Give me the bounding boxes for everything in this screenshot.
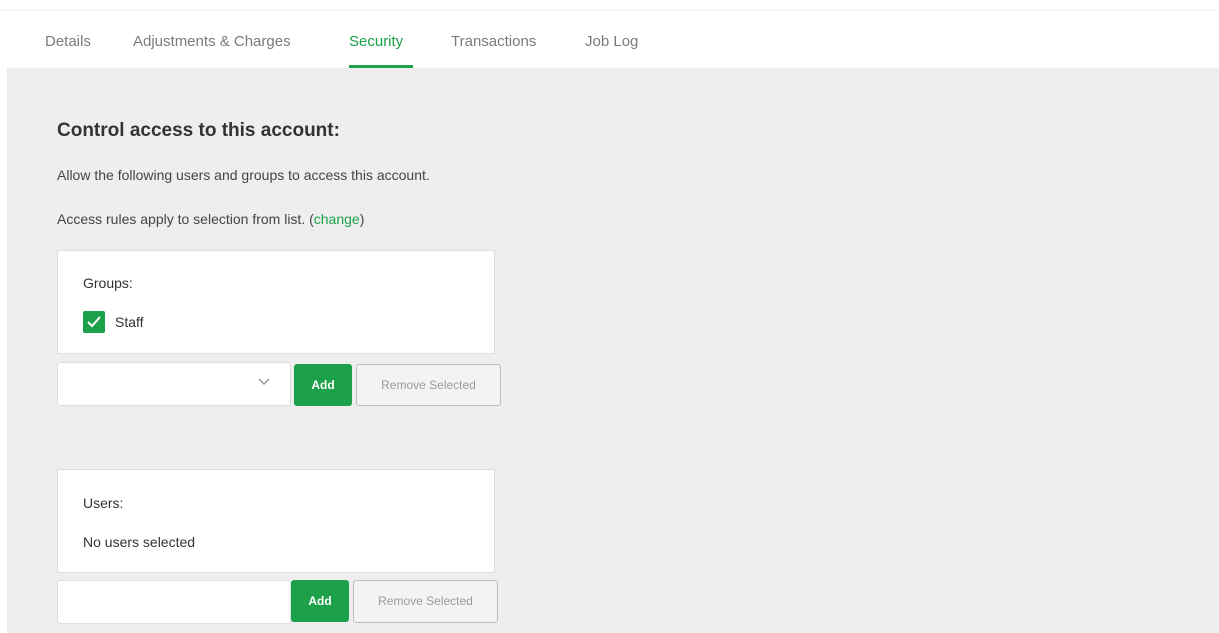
section-heading: Control access to this account:	[57, 120, 340, 141]
users-empty-text: No users selected	[83, 534, 196, 550]
access-rules-text: Access rules apply to selection from lis…	[57, 211, 364, 227]
intro-text: Allow the following users and groups to …	[57, 167, 430, 183]
users-label: Users:	[83, 495, 124, 511]
access-rules-prefix: Access rules apply to selection from lis…	[57, 211, 314, 227]
tab-adjustments-charges[interactable]: Adjustments & Charges	[133, 33, 291, 50]
groups-remove-selected-button[interactable]: Remove Selected	[356, 364, 501, 406]
users-remove-selected-button[interactable]: Remove Selected	[353, 580, 498, 623]
users-box: Users: No users selected	[57, 469, 495, 573]
tab-security[interactable]: Security	[349, 33, 403, 50]
groups-label: Groups:	[83, 275, 133, 291]
tab-transactions[interactable]: Transactions	[451, 33, 536, 50]
change-link[interactable]: change	[314, 211, 360, 227]
chevron-down-icon	[258, 378, 270, 386]
tab-job-log[interactable]: Job Log	[585, 33, 638, 50]
groups-select[interactable]	[57, 362, 291, 406]
groups-add-button[interactable]: Add	[294, 364, 352, 406]
checkmark-icon	[87, 316, 101, 328]
groups-box: Groups: Staff	[57, 250, 495, 354]
users-search-input[interactable]	[57, 580, 291, 624]
users-add-button[interactable]: Add	[291, 580, 349, 622]
access-rules-suffix: )	[359, 211, 365, 227]
group-item-staff-label: Staff	[115, 314, 144, 330]
tab-details[interactable]: Details	[45, 33, 91, 50]
tab-bar: Details Adjustments & Charges Security T…	[0, 0, 1219, 68]
group-checkbox-staff[interactable]	[83, 311, 105, 333]
